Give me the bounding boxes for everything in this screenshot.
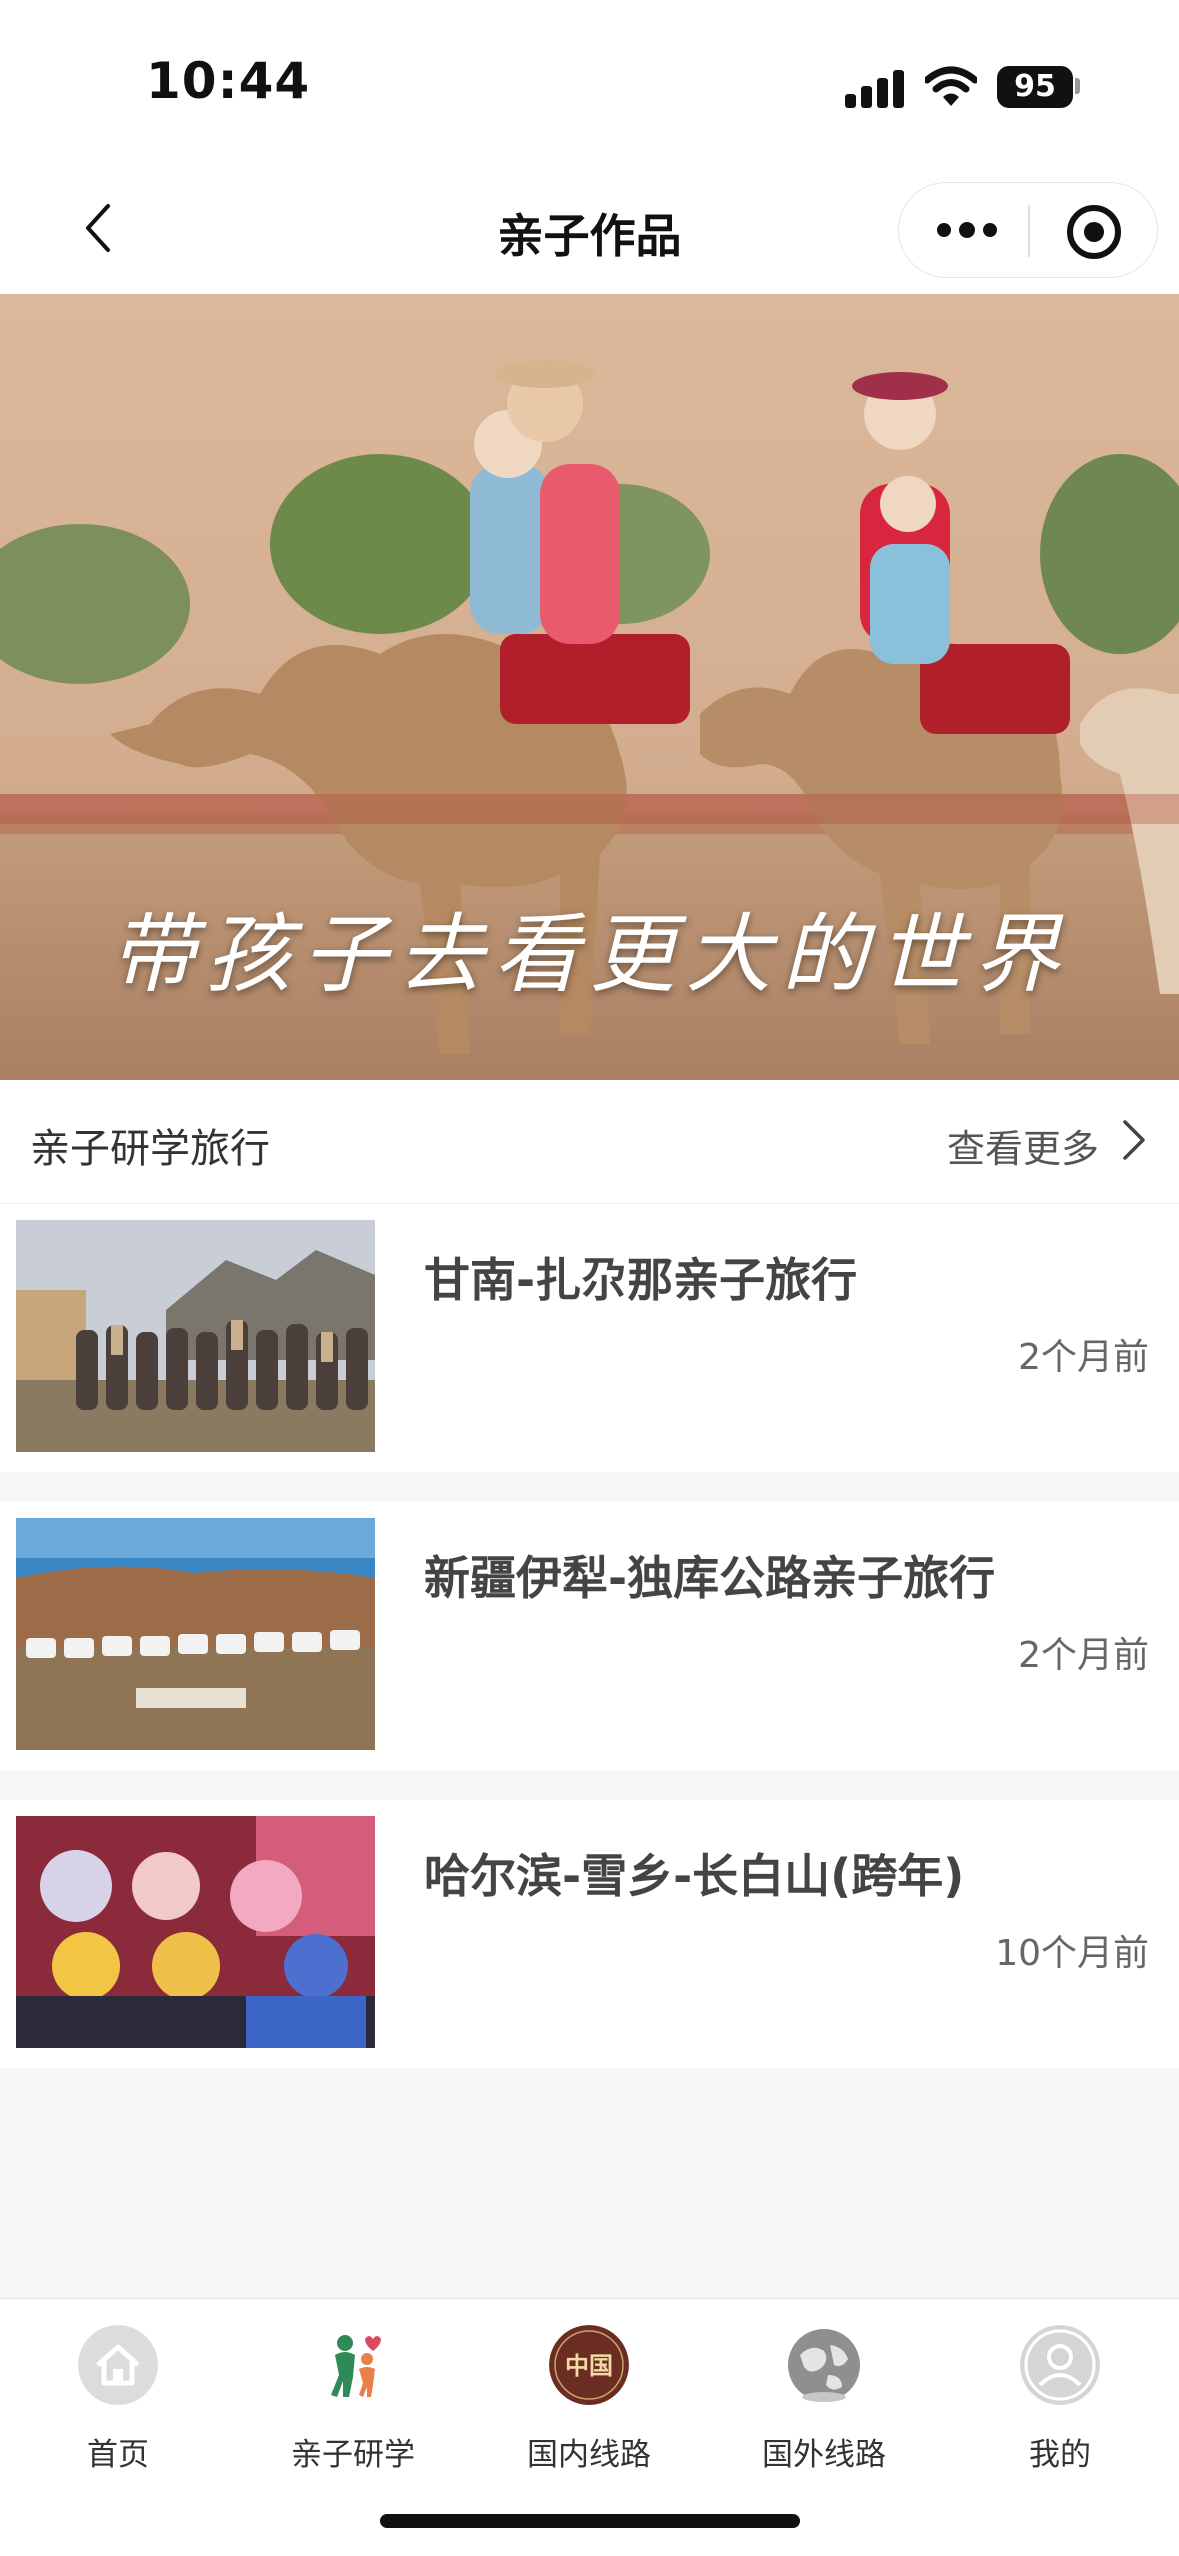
hero-caption: 带孩子去看更大的世界 xyxy=(109,905,1070,1005)
list-item[interactable]: 哈尔滨-雪乡-长白山(跨年) 10个月前 xyxy=(0,1800,1179,2068)
list-item[interactable]: 甘南-扎尕那亲子旅行 2个月前 xyxy=(0,1204,1179,1472)
tab-international-routes[interactable]: 国外线路 xyxy=(724,2315,924,2475)
status-time: 10:44 xyxy=(146,52,311,110)
home-icon xyxy=(78,2325,158,2405)
item-thumbnail xyxy=(16,1816,375,2048)
status-bar: 10:44 95 xyxy=(0,0,1179,170)
cellular-signal-icon xyxy=(845,70,907,108)
navigation-bar: 亲子作品 xyxy=(0,170,1179,294)
item-thumbnail xyxy=(16,1518,375,1750)
tab-label: 亲子研学 xyxy=(291,2437,415,2473)
tab-label: 我的 xyxy=(1029,2437,1091,2473)
tab-profile[interactable]: 我的 xyxy=(960,2315,1160,2475)
china-badge-icon: 中国 xyxy=(549,2325,629,2405)
user-icon xyxy=(1020,2325,1100,2405)
hero-banner[interactable]: 带孩子去看更大的世界 xyxy=(0,294,1179,1080)
see-more-link[interactable]: 查看更多 xyxy=(947,1118,1099,1173)
home-indicator[interactable] xyxy=(380,2514,800,2528)
item-time: 2个月前 xyxy=(1018,1635,1149,1676)
close-mini-program-icon[interactable] xyxy=(1067,205,1121,259)
wifi-icon xyxy=(925,66,977,106)
chevron-right-icon[interactable] xyxy=(1113,1116,1153,1164)
battery-tip xyxy=(1075,78,1080,94)
item-thumbnail xyxy=(16,1220,375,1452)
tab-domestic-routes[interactable]: 中国 国内线路 xyxy=(489,2315,689,2475)
tab-label: 国内线路 xyxy=(527,2437,651,2473)
item-title: 新疆伊犁-独库公路亲子旅行 xyxy=(424,1551,996,1605)
tab-home[interactable]: 首页 xyxy=(18,2315,218,2475)
section-title: 亲子研学旅行 xyxy=(30,1126,270,1172)
globe-icon xyxy=(788,2329,860,2402)
tab-label: 首页 xyxy=(87,2437,149,2473)
tab-label: 国外线路 xyxy=(762,2437,886,2473)
section-header: 亲子研学旅行 查看更多 xyxy=(0,1080,1179,1204)
list-item[interactable]: 新疆伊犁-独库公路亲子旅行 2个月前 xyxy=(0,1502,1179,1770)
capsule-divider xyxy=(1028,205,1030,257)
item-time: 10个月前 xyxy=(995,1933,1149,1974)
china-badge-text: 中国 xyxy=(565,2351,613,2380)
mini-program-capsule xyxy=(898,182,1158,278)
battery-indicator: 95 xyxy=(997,66,1073,108)
family-icon xyxy=(331,2335,381,2397)
item-time: 2个月前 xyxy=(1018,1337,1149,1378)
item-title: 甘南-扎尕那亲子旅行 xyxy=(424,1253,858,1307)
item-title: 哈尔滨-雪乡-长白山(跨年) xyxy=(424,1849,965,1903)
more-options-icon[interactable] xyxy=(937,217,997,245)
tab-family-study[interactable]: 亲子研学 xyxy=(253,2315,453,2475)
